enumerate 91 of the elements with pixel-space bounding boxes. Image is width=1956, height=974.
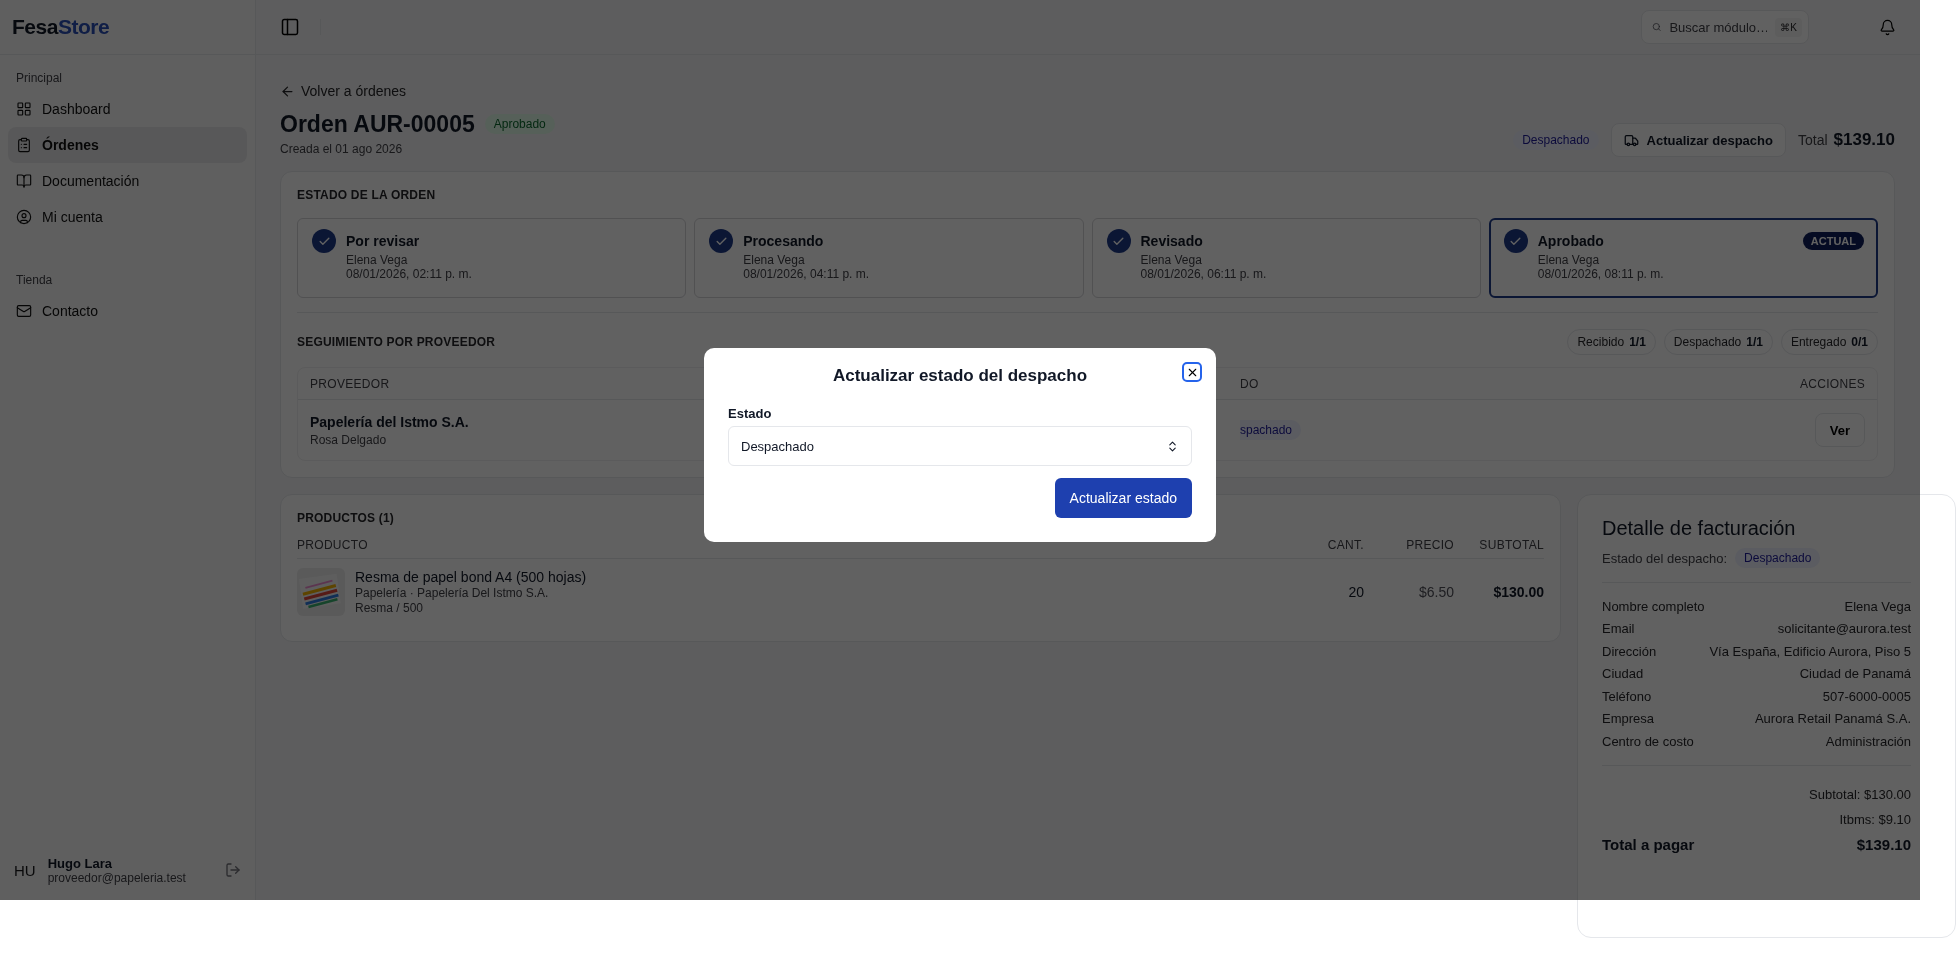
field-label: Ciudad — [1602, 666, 1644, 682]
update-dispatch-button[interactable]: Actualizar despacho — [1610, 123, 1786, 157]
sidebar-item[interactable]: Contacto — [8, 293, 247, 329]
column-header: ACCIONES — [1799, 376, 1865, 391]
close-button[interactable] — [1182, 362, 1202, 382]
user-circle-icon — [16, 209, 32, 225]
user-email: proveedor@papeleria.test — [47, 870, 187, 885]
status-badge: Aprobado — [484, 114, 555, 134]
step-title: Aprobado — [1537, 233, 1605, 249]
provider-name: Papelería del Istmo S.A. — [310, 413, 469, 430]
logo: FesaStore — [12, 15, 110, 39]
step-title: Revisado — [1140, 233, 1204, 249]
field-label: Empresa — [1602, 711, 1655, 727]
step-user: Elena Vega — [346, 253, 409, 267]
column-header: PRECIO — [1406, 537, 1454, 552]
total-amount: $139.10 — [1833, 130, 1895, 150]
field-label: Email — [1602, 621, 1635, 637]
section-title: SEGUIMIENTO POR PROVEEDOR — [297, 335, 496, 349]
section-title: Tienda — [15, 272, 54, 289]
field-value: Aurora Retail Panamá S.A. — [1754, 711, 1911, 727]
status-select[interactable]: Despachado — [728, 426, 1192, 466]
field-label: Centro de costo — [1602, 733, 1694, 749]
created-date: Creada el 01 ago 2026 — [280, 141, 404, 156]
grid-icon — [16, 101, 32, 117]
bell-icon[interactable] — [1879, 18, 1896, 36]
total-label: Total — [1797, 132, 1828, 148]
column-header: PROVEEDOR — [310, 376, 390, 391]
back-link[interactable]: Volver a órdenes — [280, 79, 407, 103]
dispatch-label: Estado del despacho: — [1602, 550, 1728, 566]
section-title: Principal — [15, 70, 64, 87]
chevrons-icon — [1166, 439, 1179, 453]
field-value: Ciudad de Panamá — [1799, 666, 1911, 682]
step-title: Por revisar — [346, 233, 421, 249]
user-name: Hugo Lara — [47, 855, 113, 871]
sidebar-toggle-icon[interactable] — [280, 17, 300, 37]
field-label: Dirección — [1602, 643, 1657, 659]
sidebar-item[interactable]: Dashboard — [8, 91, 247, 127]
field-label: Estado — [728, 406, 773, 421]
product-category: Papelería · Papelería Del Istmo S.A. — [355, 586, 549, 600]
field-value: Elena Vega — [1844, 598, 1911, 614]
update-status-button[interactable]: Actualizar estado — [1054, 478, 1192, 518]
field-value: solicitante@aurora.test — [1777, 621, 1911, 637]
product-name: Resma de papel bond A4 (500 hojas) — [355, 569, 587, 585]
subtotal-text: Subtotal: $130.00 — [1808, 785, 1911, 804]
dispatch-badge: Despachado — [1735, 548, 1821, 568]
column-header: SUBTOTAL — [1479, 537, 1544, 552]
keyboard-shortcut: ⌘K — [1775, 17, 1802, 37]
provider-contact: Rosa Delgado — [310, 432, 387, 447]
sidebar-item[interactable]: Documentación — [8, 163, 247, 199]
clipboard-icon — [16, 137, 32, 153]
search-icon — [1652, 20, 1662, 34]
user-initials: HU — [14, 861, 36, 879]
step-title: Procesando — [743, 233, 825, 249]
search-input[interactable]: Buscar módulo… — [1667, 18, 1770, 36]
column-header: PRODUCTO — [297, 537, 368, 552]
step-date: 08/01/2026, 08:11 p. m. — [1537, 267, 1664, 281]
sidebar-item[interactable]: Mi cuenta — [8, 199, 247, 235]
current-badge: ACTUAL — [1802, 232, 1864, 250]
field-value: 507-6000-0005 — [1822, 688, 1911, 704]
step-user: Elena Vega — [1537, 253, 1601, 267]
price-cell-text: $6.50 — [1417, 584, 1454, 600]
book-icon — [16, 173, 32, 189]
field-label: Nombre completo — [1602, 598, 1705, 614]
logout-icon[interactable] — [225, 862, 241, 878]
column-header: CANT. — [1327, 537, 1364, 552]
section-title: ESTADO DE LA ORDEN — [297, 188, 436, 202]
step-user: Elena Vega — [1140, 253, 1203, 267]
billing-title: Detalle de facturación — [1602, 517, 1797, 540]
total-label: Total a pagar — [1602, 835, 1695, 853]
field-value: Vía España, Edificio Aurora, Piso 5 — [1709, 643, 1911, 659]
section-title: PRODUCTOS (1) — [297, 511, 395, 525]
step-date: 08/01/2026, 06:11 p. m. — [1140, 267, 1267, 281]
tax-text: Itbms: $9.10 — [1838, 810, 1911, 829]
total-amount: $139.10 — [1856, 835, 1911, 853]
truck-icon — [1623, 132, 1639, 148]
subtotal-cell-text: $130.00 — [1492, 584, 1544, 600]
mail-icon — [16, 303, 32, 319]
field-value: Administración — [1825, 733, 1911, 749]
sidebar-item[interactable]: Órdenes — [8, 127, 247, 163]
step-date: 08/01/2026, 02:11 p. m. — [346, 267, 472, 281]
view-button[interactable]: Ver — [1814, 413, 1865, 447]
dispatch-badge: spachado — [1240, 420, 1302, 440]
column-header: DO — [1240, 376, 1259, 391]
dialog-title: Actualizar estado del despacho — [831, 366, 1089, 386]
search-field[interactable]: Buscar módulo… ⌘K — [1641, 10, 1809, 44]
step-date: 08/01/2026, 04:11 p. m. — [743, 267, 870, 281]
field-label: Teléfono — [1602, 688, 1652, 704]
step-user: Elena Vega — [743, 253, 806, 267]
product-unit: Resma / 500 — [355, 601, 424, 615]
order-title: Orden AUR-00005 — [280, 110, 475, 138]
quantity-cell-text: 20 — [1347, 584, 1364, 600]
